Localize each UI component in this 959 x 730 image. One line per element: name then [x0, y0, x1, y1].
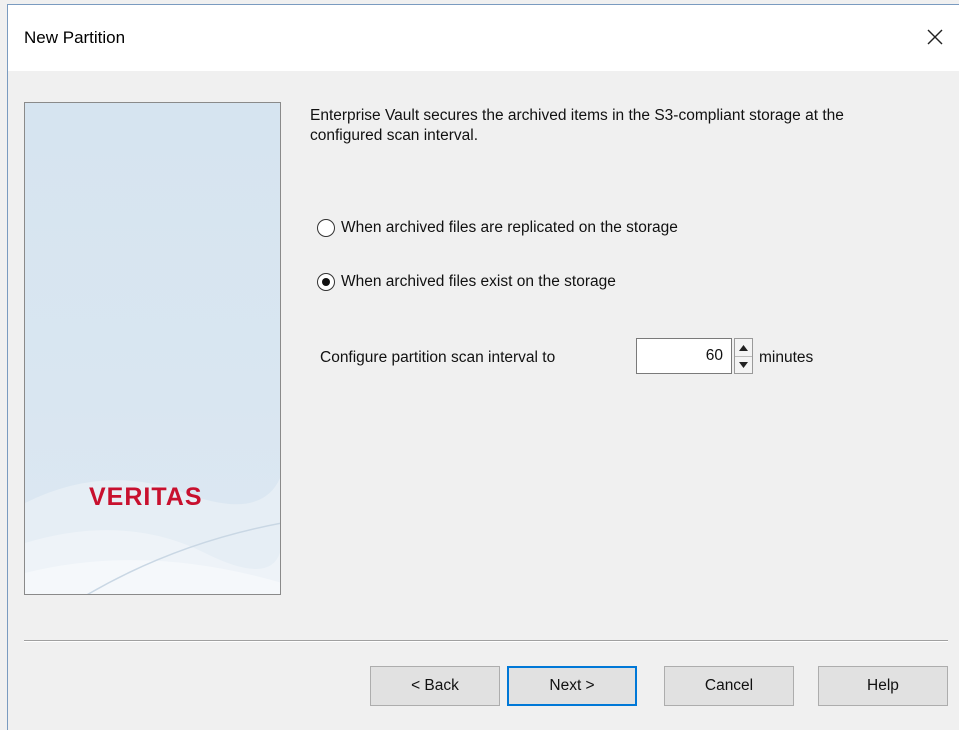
cancel-button[interactable]: Cancel	[664, 666, 794, 706]
scan-interval-label: Configure partition scan interval to	[320, 349, 556, 366]
spin-down-button[interactable]	[735, 356, 752, 373]
radio-exist-option[interactable]: When archived files exist on the storage	[317, 273, 616, 291]
dialog-title: New Partition	[24, 28, 126, 47]
arrow-down-icon	[739, 361, 748, 368]
radio-button-checked[interactable]	[317, 273, 335, 291]
scan-interval-spinner[interactable]	[734, 338, 753, 374]
close-icon	[927, 29, 943, 45]
next-button[interactable]: Next >	[507, 666, 637, 706]
back-button[interactable]: < Back	[370, 666, 500, 706]
footer-separator	[24, 640, 948, 642]
close-button[interactable]	[915, 17, 955, 57]
veritas-logo: VERITAS	[89, 483, 203, 511]
radio-exist-label: When archived files exist on the storage	[341, 273, 616, 290]
arrow-up-icon	[739, 344, 748, 351]
scan-interval-units: minutes	[759, 349, 814, 366]
title-bar: New Partition	[8, 5, 959, 71]
radio-replicated-label: When archived files are replicated on th…	[341, 219, 678, 236]
description-text: Enterprise Vault secures the archived it…	[310, 107, 844, 144]
help-button[interactable]: Help	[818, 666, 948, 706]
scan-interval-input[interactable]	[636, 338, 732, 374]
wizard-banner-image: VERITAS	[24, 102, 281, 595]
radio-button-unchecked[interactable]	[317, 219, 335, 237]
radio-replicated-option[interactable]: When archived files are replicated on th…	[317, 219, 678, 237]
spin-up-button[interactable]	[735, 339, 752, 357]
banner-wave-graphic	[25, 477, 280, 594]
